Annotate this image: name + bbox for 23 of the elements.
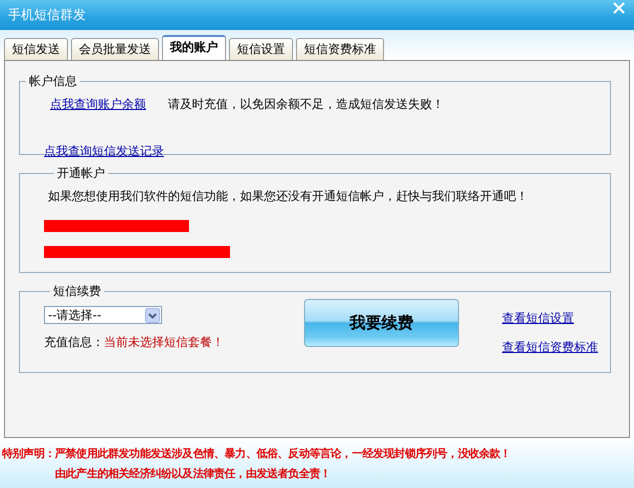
info-status: 当前未选择短信套餐！ [104,335,224,349]
package-dropdown[interactable]: --请选择-- [44,306,162,324]
info-label: 充值信息： [44,335,104,349]
group-title: 短信续费 [52,283,102,300]
group-title: 帐户信息 [28,73,78,90]
tab[interactable]: 短信发送 [4,38,68,60]
disclaimer-text: 由此产生的相关经济纠纷以及法律责任，由发送者负全责！ [55,466,332,481]
balance-link[interactable]: 点我查询账户余额 [50,96,146,113]
close-icon[interactable] [612,2,626,14]
history-link[interactable]: 点我查询短信发送记录 [44,143,164,160]
notice-text: 请及时充值，以免因余额不足，造成短信发送失败！ [168,96,444,113]
tab[interactable]: 我的账户 [162,35,226,60]
window-title: 手机短信群发 [8,7,86,24]
group-title: 开通帐户 [56,165,106,182]
link[interactable]: 查看短信设置 [502,310,598,327]
disclaimer-label: 特别声明： [2,446,56,462]
link[interactable]: 查看短信资费标准 [502,339,598,356]
renew-button[interactable]: 我要续费 [304,299,459,347]
info-text: 如果您想使用我们软件的短信功能，如果您还没有开通短信帐户，赶快与我们联络开通吧！ [48,188,529,205]
disclaimer-text: 严禁使用此群发功能发送涉及色情、暴力、低俗、反动等言论，一经发现封锁序列号，没收余款！ [55,446,511,461]
tab[interactable]: 短信资费标准 [296,38,384,60]
tab[interactable]: 短信设置 [229,38,293,60]
tab[interactable]: 会员批量发送 [71,38,159,60]
